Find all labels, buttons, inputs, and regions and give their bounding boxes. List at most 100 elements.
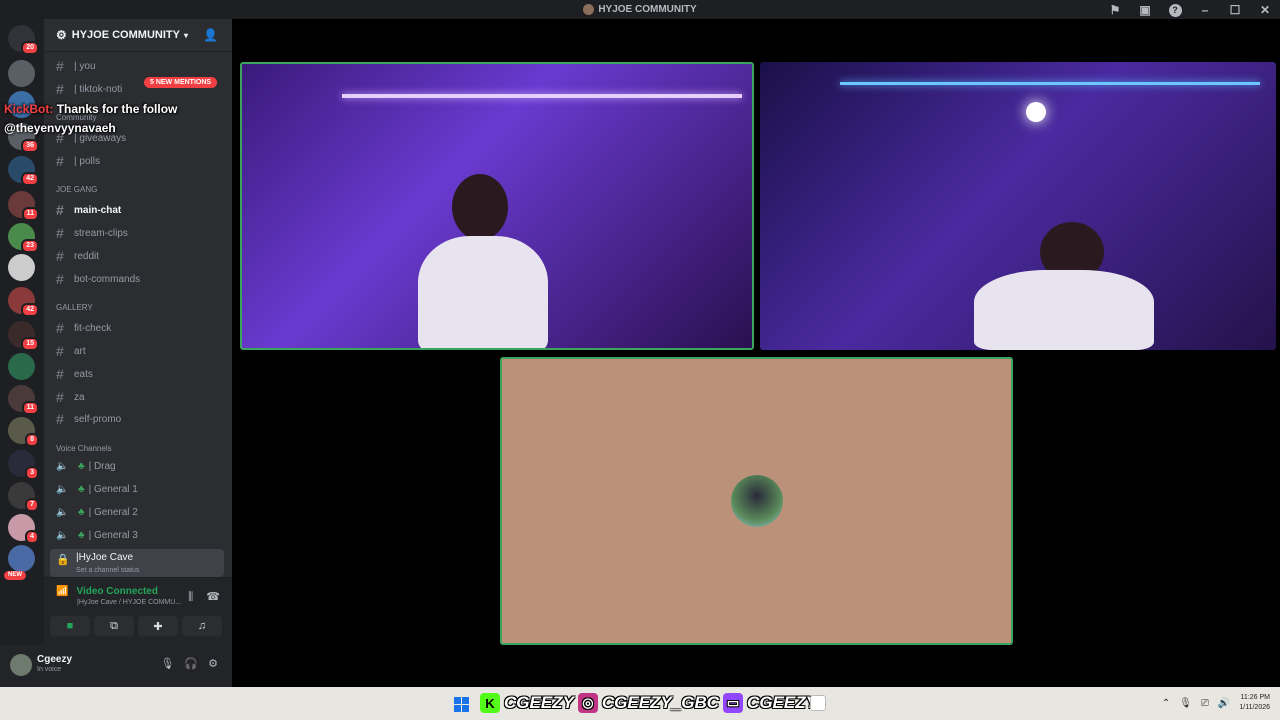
server-icon[interactable]: NEW (4, 545, 35, 580)
voice-connection-panel: 📶 Video Connected |HyJoe Cave / HYJOE COM… (44, 577, 232, 645)
camera-button[interactable]: ■ (50, 616, 90, 636)
voice-channel-label: | General 3 (88, 530, 138, 541)
server-icon[interactable]: 8 (8, 417, 39, 447)
minimize-button[interactable]: – (1190, 3, 1220, 17)
server-icon[interactable]: 23 (8, 223, 39, 253)
video-tile-1[interactable] (240, 62, 754, 350)
voice-location[interactable]: |HyJoe Cave / HYJOE COMMU... (77, 599, 181, 606)
channel-item[interactable]: # bot-commands (56, 271, 140, 287)
maximize-button[interactable]: ☐ (1220, 3, 1250, 17)
video-connected-text: Video Connected (76, 586, 158, 597)
voice-channel-item[interactable]: 🔈 ♣ | General 1 (56, 484, 138, 495)
channel-item[interactable]: # reddit (56, 248, 99, 264)
server-icon[interactable]: 3 (8, 450, 39, 480)
activities-icon: ✚ (153, 620, 163, 633)
user-name[interactable]: Cgeezy (37, 654, 72, 665)
channel-item[interactable]: # stream-clips (56, 225, 128, 241)
channel-label: bot-commands (74, 273, 141, 285)
server-badge: 23 (21, 239, 39, 253)
channel-item[interactable]: # eats (56, 366, 93, 382)
microphone-icon[interactable]: 🎙 (160, 657, 174, 670)
hash-icon: # (56, 320, 64, 336)
server-icon[interactable]: 7 (8, 482, 39, 512)
close-button[interactable]: ✕ (1250, 3, 1280, 17)
clock-time: 11:26 PM (1240, 694, 1270, 701)
disconnect-icon[interactable]: ☎ (206, 591, 220, 603)
overlay-line: KickBot: Thanks for the follow (4, 100, 177, 119)
clover-icon: ♣ (78, 507, 85, 518)
server-icon[interactable]: 11 (8, 385, 39, 415)
server-badge: 15 (21, 337, 39, 351)
taskbar-app-icon[interactable] (810, 695, 826, 711)
taskbar: K CGEEZY ◎ CGEEZY_GBC ▭ CGEEZY ⌃ 🎙 ⎚ 🔊 11:2… (0, 687, 1280, 720)
clover-icon: ♣ (78, 530, 85, 541)
twitch-handle: CGEEZY (747, 693, 817, 712)
new-mentions-badge[interactable]: 5 NEW MENTIONS (144, 77, 218, 88)
channel-item[interactable]: # | you (56, 58, 96, 74)
window-title: HYJOE COMMUNITY (598, 4, 697, 15)
channel-item[interactable]: # za (56, 389, 85, 405)
channel-status[interactable]: Set a channel status (76, 567, 139, 574)
invite-icon[interactable]: 👤 (203, 28, 218, 42)
server-badge: 4 (25, 530, 39, 544)
bot-name: KickBot: (4, 102, 54, 116)
server-icon[interactable]: 42 (8, 287, 39, 317)
gear-icon[interactable]: ⚙ (208, 657, 218, 670)
hash-icon: # (56, 153, 64, 169)
clover-icon: ♣ (78, 461, 85, 472)
server-badge: 7 (25, 498, 39, 512)
channel-label: main-chat (74, 204, 122, 216)
video-tile-3[interactable] (500, 357, 1013, 645)
channel-item[interactable]: # | polls (56, 153, 100, 169)
server-icon[interactable]: 42 (8, 156, 39, 186)
channel-item[interactable]: # fit-check (56, 320, 111, 336)
server-icon[interactable]: 4 (8, 514, 39, 544)
category-voice-channels[interactable]: Voice Channels (56, 444, 112, 453)
voice-channel-item[interactable]: 🔈 ♣ | Drag (56, 461, 116, 472)
category-gallery[interactable]: GALLERY (56, 303, 93, 312)
avatar[interactable] (10, 654, 32, 676)
flag-icon[interactable]: ⚑ (1100, 3, 1130, 17)
server-header[interactable]: ⚙ HYJOE COMMUNITY ▾ 👤 (44, 19, 232, 52)
server-badge: 11 (21, 207, 39, 221)
server-icon[interactable]: 15 (8, 321, 39, 351)
category-joe-gang[interactable]: JOE GANG (56, 185, 97, 194)
windows-start-icon[interactable] (454, 697, 469, 712)
lock-icon: 🔒 (56, 554, 70, 566)
inbox-icon[interactable]: ▣ (1130, 3, 1160, 17)
soundboard-button[interactable]: ♫ (182, 616, 222, 636)
server-icon[interactable] (8, 353, 35, 380)
channel-label: reddit (74, 250, 100, 262)
voice-channel-item[interactable]: 🔈 ♣ | General 3 (56, 530, 138, 541)
channel-item[interactable]: # | tiktok-noti (56, 81, 122, 97)
activities-button[interactable]: ✚ (138, 616, 178, 636)
noise-suppression-icon[interactable]: ⫼ (188, 591, 193, 603)
server-icon[interactable] (8, 60, 35, 87)
channel-item[interactable]: # self-promo (56, 411, 121, 427)
voice-channel-item[interactable]: 🔈 ♣ | General 2 (56, 507, 138, 518)
hash-icon: # (56, 225, 64, 241)
hash-icon: # (56, 366, 64, 382)
title-bar: HYJOE COMMUNITY ⚑ ▣ ? – ☐ ✕ (0, 0, 1280, 19)
voice-channel-hyjoe-cave[interactable]: 🔒 |HyJoe Cave Set a channel status (50, 549, 224, 577)
camera-icon: ■ (66, 620, 74, 632)
server-icon[interactable]: 11 (8, 191, 39, 221)
user-controls: 🎙 🎧 ⚙ (160, 657, 218, 670)
video-tile-2[interactable] (760, 62, 1276, 350)
hash-icon: # (56, 202, 64, 218)
screen-share-button[interactable]: ⧉ (94, 616, 134, 636)
channel-label: art (74, 345, 86, 357)
clock[interactable]: 11:26 PM 1/11/2026 (1239, 693, 1270, 713)
volume-icon[interactable]: 🔊 (1218, 698, 1230, 709)
hash-icon: # (56, 389, 64, 405)
channel-label: | tiktok-noti (74, 83, 123, 95)
help-icon[interactable]: ? (1160, 2, 1190, 17)
network-icon[interactable]: ⎚ (1201, 698, 1209, 709)
server-icon[interactable] (8, 254, 35, 281)
microphone-icon[interactable]: 🎙 (1179, 698, 1192, 709)
channel-item[interactable]: # art (56, 343, 86, 359)
chevron-up-icon[interactable]: ⌃ (1162, 698, 1170, 709)
home-button[interactable]: 20 (8, 25, 39, 55)
headphones-icon[interactable]: 🎧 (184, 657, 198, 670)
channel-item-main-chat[interactable]: # main-chat (56, 202, 121, 218)
